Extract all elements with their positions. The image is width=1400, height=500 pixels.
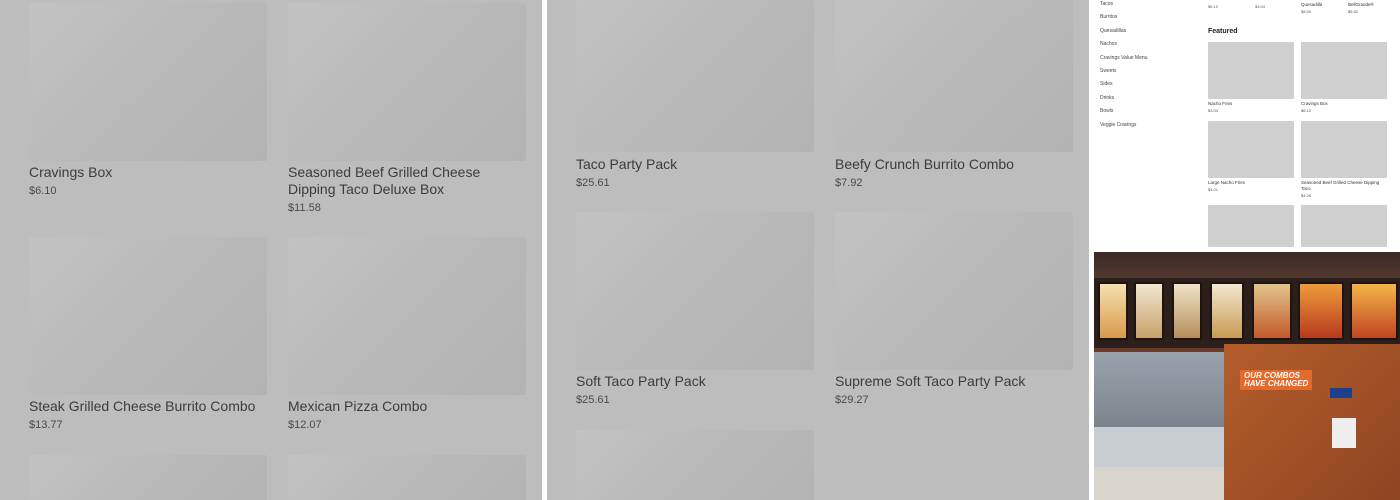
item-label[interactable]: Large Nacho Fries: [1208, 180, 1245, 186]
item-title[interactable]: Cravings Box: [29, 164, 267, 181]
item-title[interactable]: Soft Taco Party Pack: [576, 373, 814, 390]
item-title[interactable]: Steak Grilled Cheese Burrito Combo: [29, 398, 267, 415]
item-image[interactable]: [835, 0, 1073, 152]
item-image[interactable]: [576, 430, 814, 500]
item-price: $5.10: [1208, 4, 1219, 9]
item-image[interactable]: [1208, 121, 1294, 178]
item-price: $4.26: [1301, 193, 1312, 198]
category-cravings-value-menu[interactable]: Cravings Value Menu: [1100, 55, 1147, 61]
menu-board: [1252, 282, 1292, 340]
item-title[interactable]: Supreme Soft Taco Party Pack: [835, 373, 1073, 390]
featured-heading: Featured: [1208, 28, 1238, 35]
category-drinks[interactable]: Drinks: [1100, 95, 1114, 101]
item-price: $12.07: [288, 419, 322, 431]
item-label[interactable]: Quesadilla: [1301, 2, 1322, 8]
item-price: $7.92: [835, 177, 863, 189]
item-price: $4.01: [1208, 187, 1219, 192]
category-veggie-cravings[interactable]: Veggie Cravings: [1100, 122, 1136, 128]
item-label[interactable]: BellGrande®: [1348, 2, 1374, 8]
category-tacos[interactable]: Tacos: [1100, 1, 1113, 7]
item-image[interactable]: [1208, 205, 1294, 247]
item-price: $3.04: [1255, 4, 1266, 9]
item-image[interactable]: [576, 0, 814, 152]
item-price: $25.61: [576, 177, 610, 189]
accessibility-sign: [1330, 388, 1352, 398]
item-price: $11.58: [288, 202, 321, 214]
menu-board: [1134, 282, 1164, 340]
item-price: $8.59: [1301, 9, 1312, 14]
restaurant-photo: OUR COMBOS HAVE CHANGED: [1094, 252, 1400, 500]
floor: [1094, 467, 1232, 500]
category-sides[interactable]: Sides: [1100, 81, 1113, 87]
menu-board: [1298, 282, 1344, 340]
item-price: $3.04: [1208, 108, 1219, 113]
menu-grid-panel-middle: Taco Party Pack $25.61 Beefy Crunch Burr…: [547, 0, 1089, 500]
item-image[interactable]: [29, 237, 267, 395]
item-image[interactable]: [29, 455, 267, 500]
item-image[interactable]: [835, 212, 1073, 370]
category-quesadillas[interactable]: Quesadillas: [1100, 28, 1126, 34]
menu-overview-panel: Tacos Burritos Quesadillas Nachos Cravin…: [1094, 0, 1400, 247]
combos-sign-line2: HAVE CHANGED: [1244, 379, 1309, 388]
category-burritos[interactable]: Burritos: [1100, 14, 1117, 20]
category-nachos[interactable]: Nachos: [1100, 41, 1117, 47]
item-image[interactable]: [1301, 42, 1387, 99]
orange-wall: [1224, 344, 1400, 500]
item-price: $13.77: [29, 419, 63, 431]
item-title[interactable]: Taco Party Pack: [576, 156, 814, 173]
wall-notice: [1332, 418, 1356, 448]
menu-board: [1098, 282, 1128, 340]
item-title[interactable]: Beefy Crunch Burrito Combo: [835, 156, 1073, 173]
menu-board: [1350, 282, 1398, 340]
item-price: $29.27: [835, 394, 869, 406]
item-image[interactable]: [288, 455, 526, 500]
item-title[interactable]: Seasoned Beef Grilled Cheese Dipping Tac…: [288, 164, 526, 198]
item-image[interactable]: [576, 212, 814, 370]
menu-board: [1210, 282, 1244, 340]
item-price: $6.10: [29, 185, 57, 197]
counter: [1094, 427, 1232, 467]
menu-board: [1172, 282, 1202, 340]
item-image[interactable]: [288, 3, 526, 161]
item-image[interactable]: [29, 3, 267, 161]
item-image[interactable]: [1208, 42, 1294, 99]
item-price: $6.10: [1301, 108, 1312, 113]
item-image[interactable]: [1301, 205, 1387, 247]
item-price: $6.82: [1348, 9, 1359, 14]
category-sweets[interactable]: Sweets: [1100, 68, 1116, 74]
item-label[interactable]: Seasoned Beef Grilled Cheese Dipping Tac…: [1301, 180, 1387, 191]
item-label[interactable]: Nacho Fries: [1208, 101, 1232, 107]
item-label[interactable]: Cravings Box: [1301, 101, 1328, 107]
item-title[interactable]: Mexican Pizza Combo: [288, 398, 526, 415]
item-image[interactable]: [1301, 121, 1387, 178]
combos-sign: OUR COMBOS HAVE CHANGED: [1240, 370, 1313, 390]
menu-grid-panel-left: Cravings Box $6.10 Seasoned Beef Grilled…: [0, 0, 542, 500]
item-image[interactable]: [288, 237, 526, 395]
item-price: $25.61: [576, 394, 610, 406]
category-bowls[interactable]: Bowls: [1100, 108, 1113, 114]
